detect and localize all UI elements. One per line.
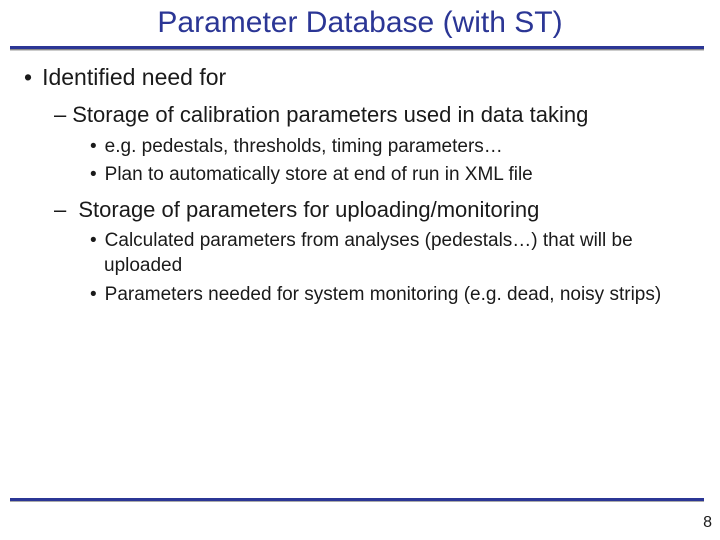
page-number: 8 [703,514,712,532]
lvl2-text: Storage of calibration parameters used i… [72,102,588,127]
section-2: – Storage of parameters for uploading/mo… [20,196,700,308]
lvl2-text: Storage of parameters for uploading/moni… [72,197,539,222]
bullet-level3: • Plan to automatically store at end of r… [90,163,700,188]
bullet-level2: – Storage of parameters for uploading/mo… [54,196,700,224]
bullet-level3: • Calculated parameters from analyses (pe… [90,229,700,278]
bullet-level1: • Identified need for [24,64,700,91]
dash-icon: – [54,102,66,127]
dot-icon: • [90,284,97,305]
bullet-level3: • e.g. pedestals, thresholds, timing para… [90,135,700,160]
lvl1-text: Identified need for [42,64,226,90]
dot-icon: • [24,64,32,90]
bullet-level3: • Parameters needed for system monitoring… [90,283,700,308]
lvl3-text: e.g. pedestals, thresholds, timing param… [105,136,503,157]
dot-icon: • [90,164,97,185]
dash-icon: – [54,197,66,222]
section-1: –Storage of calibration parameters used … [20,101,700,188]
footer-underline [10,498,704,502]
lvl3-text: Plan to automatically store at end of ru… [105,164,533,185]
slide-body: •Identified need for –Storage of calibra… [0,50,720,307]
lvl3-text: Parameters needed for system monitoring … [105,284,662,305]
lvl3-text: Calculated parameters from analyses (ped… [104,230,633,276]
slide-title: Parameter Database (with ST) [0,0,720,46]
bullet-level2: –Storage of calibration parameters used … [54,101,700,129]
dot-icon: • [90,136,97,157]
dot-icon: • [90,230,97,251]
